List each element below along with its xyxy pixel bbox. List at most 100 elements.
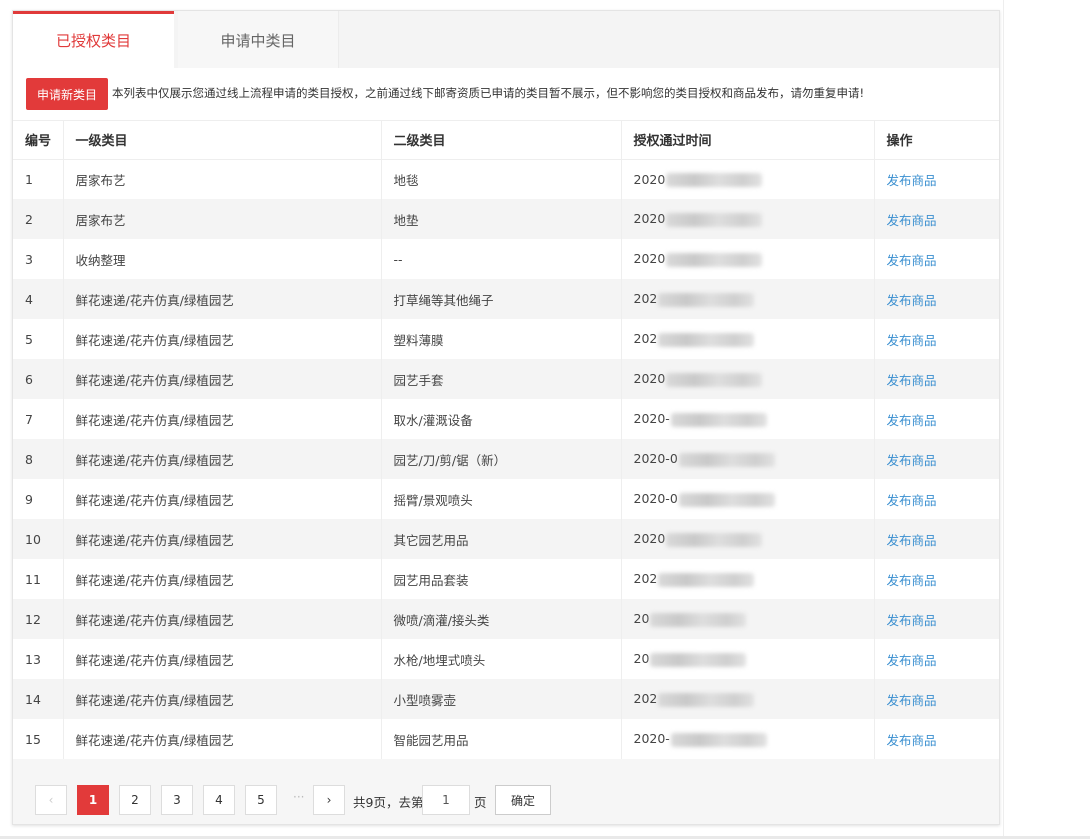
page-button-4[interactable]: 4: [203, 785, 235, 815]
publish-product-link[interactable]: 发布商品: [887, 413, 937, 428]
cell-category-2: 塑料薄膜: [381, 319, 622, 359]
publish-product-link[interactable]: 发布商品: [887, 333, 937, 348]
cell-number: 8: [13, 439, 64, 479]
cell-category-2: 园艺手套: [381, 359, 622, 399]
goto-page-input[interactable]: [422, 785, 470, 815]
table-body: 1 居家布艺 地毯 2020 发布商品 2 居家布艺 地垫 2020 发布商品 3 收纳整理 -- 202…: [13, 159, 999, 759]
pagination: ‹ 1 2 3 4 5 ··· › 共9页，去第 页 确定: [13, 768, 999, 824]
right-divider: [1003, 0, 1004, 839]
publish-product-link[interactable]: 发布商品: [887, 293, 937, 308]
redacted-blur: [678, 452, 775, 467]
publish-product-link[interactable]: 发布商品: [887, 693, 937, 708]
redacted-blur: [666, 372, 763, 387]
auth-time-visible: 2020: [633, 211, 666, 227]
auth-time-visible: 202: [633, 571, 658, 587]
category-table: 编号 一级类目 二级类目 授权通过时间 操作 1 居家布艺 地毯 2020 发布商品 2 居…: [13, 121, 999, 759]
redacted-blur: [658, 572, 755, 587]
confirm-button[interactable]: 确定: [495, 785, 551, 815]
cell-number: 9: [13, 479, 64, 519]
cell-number: 5: [13, 319, 64, 359]
table-row: 12 鲜花速递/花卉仿真/绿植园艺 微喷/滴灌/接头类 20 发布商品: [13, 599, 999, 639]
publish-product-link[interactable]: 发布商品: [887, 573, 937, 588]
prev-page-button[interactable]: ‹: [35, 785, 67, 815]
table-row: 10 鲜花速递/花卉仿真/绿植园艺 其它园艺用品 2020 发布商品: [13, 519, 999, 559]
cell-action: 发布商品: [874, 679, 999, 719]
cell-action: 发布商品: [874, 479, 999, 519]
cell-category-2: 小型喷雾壶: [381, 679, 622, 719]
page-button-5[interactable]: 5: [245, 785, 277, 815]
publish-product-link[interactable]: 发布商品: [887, 613, 937, 628]
cell-number: 15: [13, 719, 64, 759]
publish-product-link[interactable]: 发布商品: [887, 173, 937, 188]
cell-category-1: 鲜花速递/花卉仿真/绿植园艺: [63, 719, 382, 759]
cell-number: 3: [13, 239, 64, 279]
category-panel: 已授权类目 申请中类目 申请新类目 本列表中仅展示您通过线上流程申请的类目授权，…: [12, 10, 1000, 825]
cell-category-1: 鲜花速递/花卉仿真/绿植园艺: [63, 679, 382, 719]
notice-text: 本列表中仅展示您通过线上流程申请的类目授权，之前通过线下邮寄资质已申请的类目暂不…: [112, 86, 865, 100]
cell-number: 14: [13, 679, 64, 719]
header-number: 编号: [13, 121, 64, 160]
cell-action: 发布商品: [874, 599, 999, 639]
auth-time-visible: 202: [633, 691, 658, 707]
publish-product-link[interactable]: 发布商品: [887, 253, 937, 268]
tab-bar: 已授权类目 申请中类目: [13, 11, 999, 69]
cell-number: 12: [13, 599, 64, 639]
table-row: 13 鲜花速递/花卉仿真/绿植园艺 水枪/地埋式喷头 20 发布商品: [13, 639, 999, 679]
auth-time-visible: 2020-0: [633, 451, 678, 467]
cell-category-1: 鲜花速递/花卉仿真/绿植园艺: [63, 479, 382, 519]
cell-category-1: 居家布艺: [63, 199, 382, 239]
cell-number: 11: [13, 559, 64, 599]
cell-category-1: 鲜花速递/花卉仿真/绿植园艺: [63, 439, 382, 479]
auth-time-visible: 2020-0: [633, 491, 678, 507]
redacted-blur: [670, 732, 767, 747]
auth-time-visible: 202: [633, 291, 658, 307]
cell-category-2: 其它园艺用品: [381, 519, 622, 559]
publish-product-link[interactable]: 发布商品: [887, 453, 937, 468]
redacted-blur: [650, 612, 747, 627]
cell-category-2: 打草绳等其他绳子: [381, 279, 622, 319]
page-button-1[interactable]: 1: [77, 785, 109, 815]
cell-number: 4: [13, 279, 64, 319]
cell-action: 发布商品: [874, 519, 999, 559]
publish-product-link[interactable]: 发布商品: [887, 493, 937, 508]
auth-time-visible: 2020-: [633, 411, 670, 427]
cell-category-2: 智能园艺用品: [381, 719, 622, 759]
cell-category-2: 取水/灌溉设备: [381, 399, 622, 439]
header-auth-time: 授权通过时间: [621, 121, 875, 160]
tab-applying[interactable]: 申请中类目: [178, 11, 339, 68]
apply-new-category-button[interactable]: 申请新类目: [26, 78, 108, 110]
publish-product-link[interactable]: 发布商品: [887, 213, 937, 228]
cell-category-1: 鲜花速递/花卉仿真/绿植园艺: [63, 639, 382, 679]
publish-product-link[interactable]: 发布商品: [887, 533, 937, 548]
table-row: 9 鲜花速递/花卉仿真/绿植园艺 摇臂/景观喷头 2020-0 发布商品: [13, 479, 999, 519]
redacted-blur: [658, 292, 755, 307]
cell-number: 1: [13, 159, 64, 199]
cell-auth-time: 2020: [621, 159, 875, 199]
cell-category-1: 鲜花速递/花卉仿真/绿植园艺: [63, 399, 382, 439]
cell-auth-time: 202: [621, 319, 875, 359]
table-row: 4 鲜花速递/花卉仿真/绿植园艺 打草绳等其他绳子 202 发布商品: [13, 279, 999, 319]
table-row: 8 鲜花速递/花卉仿真/绿植园艺 园艺/刀/剪/锯（新） 2020-0 发布商品: [13, 439, 999, 479]
next-page-button[interactable]: ›: [313, 785, 345, 815]
cell-auth-time: 2020-: [621, 399, 875, 439]
redacted-blur: [666, 212, 763, 227]
cell-action: 发布商品: [874, 559, 999, 599]
publish-product-link[interactable]: 发布商品: [887, 373, 937, 388]
cell-category-2: 水枪/地埋式喷头: [381, 639, 622, 679]
tab-authorized[interactable]: 已授权类目: [13, 11, 174, 69]
cell-category-1: 鲜花速递/花卉仿真/绿植园艺: [63, 279, 382, 319]
table-row: 2 居家布艺 地垫 2020 发布商品: [13, 199, 999, 239]
publish-product-link[interactable]: 发布商品: [887, 733, 937, 748]
auth-time-visible: 2020-: [633, 731, 670, 747]
publish-product-link[interactable]: 发布商品: [887, 653, 937, 668]
redacted-blur: [666, 173, 763, 187]
page-button-3[interactable]: 3: [161, 785, 193, 815]
header-action: 操作: [874, 121, 999, 160]
redacted-blur: [666, 532, 763, 547]
tab-content: 申请新类目 本列表中仅展示您通过线上流程申请的类目授权，之前通过线下邮寄资质已申…: [13, 68, 999, 759]
auth-time-visible: 202: [633, 331, 658, 347]
cell-category-2: 园艺用品套装: [381, 559, 622, 599]
cell-action: 发布商品: [874, 439, 999, 479]
page-button-2[interactable]: 2: [119, 785, 151, 815]
cell-action: 发布商品: [874, 359, 999, 399]
